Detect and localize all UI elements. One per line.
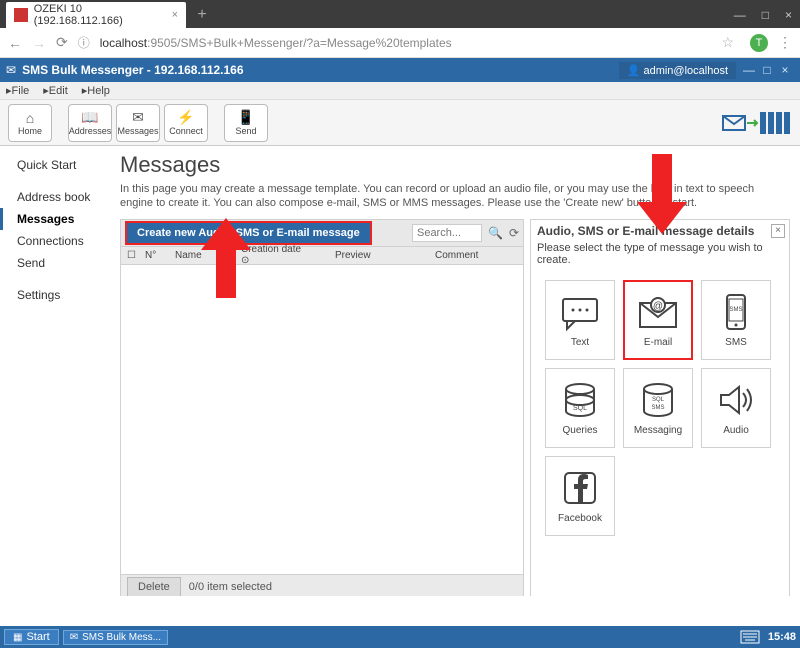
close-icon[interactable]: × [172, 9, 178, 21]
app-minimize-icon[interactable]: — [740, 63, 758, 77]
column-checkbox[interactable]: ☐ [121, 250, 139, 261]
clock: 15:48 [768, 631, 796, 643]
sidebar-item-settings[interactable]: Settings [0, 284, 114, 306]
sidebar-item-addressbook[interactable]: Address book [0, 186, 114, 208]
search-icon[interactable]: 🔍 [488, 226, 503, 240]
envelope-icon: ✉ [132, 109, 144, 126]
home-button[interactable]: ⌂Home [8, 104, 52, 142]
sidebar-item-send[interactable]: Send [0, 252, 114, 274]
menu-file[interactable]: ▸File [6, 84, 29, 97]
favicon [14, 8, 28, 22]
admin-badge[interactable]: 👤 admin@localhost [619, 62, 736, 79]
window-close-icon[interactable]: × [785, 8, 792, 22]
app-title: SMS Bulk Messenger - 192.168.112.166 [22, 63, 243, 77]
menu-help[interactable]: ▸Help [82, 84, 110, 97]
envelope-icon: ✉ [70, 632, 78, 643]
home-icon: ⌂ [26, 110, 34, 126]
phone-icon: 📱 [237, 109, 254, 126]
svg-text:SMS: SMS [651, 405, 664, 411]
grid-body [120, 265, 524, 575]
address-bar[interactable]: localhost:9505/SMS+Bulk+Messenger/?a=Mes… [100, 36, 712, 50]
type-sms[interactable]: SMS SMS [701, 280, 771, 360]
taskbar-item[interactable]: ✉ SMS Bulk Mess... [63, 630, 168, 645]
browser-tab[interactable]: OZEKI 10 (192.168.112.166) × [6, 2, 186, 28]
forward-icon[interactable]: → [32, 35, 46, 51]
refresh-icon[interactable]: ⟳ [509, 226, 519, 240]
facebook-icon [559, 467, 601, 509]
speech-icon [559, 291, 601, 333]
star-icon[interactable]: ☆ [721, 34, 734, 51]
back-icon[interactable]: ← [8, 35, 22, 51]
selection-status: 0/0 item selected [189, 581, 272, 593]
type-facebook[interactable]: Facebook [545, 456, 615, 536]
type-text[interactable]: Text [545, 280, 615, 360]
start-button[interactable]: ▦ Start [4, 629, 59, 645]
connect-button[interactable]: ⚡Connect [164, 104, 208, 142]
app-icon: ✉ [6, 63, 16, 77]
svg-text:SMS: SMS [729, 307, 742, 313]
type-email[interactable]: @ E-mail [623, 280, 693, 360]
profile-avatar[interactable]: T [750, 34, 768, 52]
audio-icon [715, 379, 757, 421]
sidebar-item-connections[interactable]: Connections [0, 230, 114, 252]
addresses-button[interactable]: 📖Addresses [68, 104, 112, 142]
send-button[interactable]: 📱Send [224, 104, 268, 142]
app-maximize-icon[interactable]: □ [758, 63, 776, 77]
svg-text:@: @ [653, 301, 663, 312]
book-icon: 📖 [81, 109, 98, 126]
email-icon: @ [637, 291, 679, 333]
reload-icon[interactable]: ⟳ [56, 34, 68, 51]
sidebar-item-messages[interactable]: Messages [0, 208, 114, 230]
column-comment[interactable]: Comment [429, 250, 523, 261]
type-queries[interactable]: SQL Queries [545, 368, 615, 448]
plug-icon: ⚡ [177, 109, 194, 126]
sidebar-item-quickstart[interactable]: Quick Start [0, 154, 114, 176]
window-minimize-icon[interactable]: — [734, 8, 746, 22]
details-subtitle: Please select the type of message you wi… [537, 242, 783, 266]
database-icon: SQL [559, 379, 601, 421]
messages-button[interactable]: ✉Messages [116, 104, 160, 142]
svg-text:SQL: SQL [652, 397, 665, 403]
svg-text:SQL: SQL [573, 405, 587, 412]
messaging-icon: SQL SMS [637, 379, 679, 421]
new-tab-button[interactable]: + [192, 5, 212, 25]
delete-button[interactable]: Delete [127, 577, 181, 596]
annotation-arrow-down [632, 154, 692, 234]
grid-icon: ▦ [13, 632, 22, 643]
app-close-icon[interactable]: × [776, 63, 794, 77]
annotation-arrow-up [196, 218, 256, 298]
column-preview[interactable]: Preview [329, 250, 429, 261]
type-messaging[interactable]: SQLSMS Messaging [623, 368, 693, 448]
close-panel-icon[interactable]: × [771, 224, 785, 238]
window-maximize-icon[interactable]: □ [762, 8, 769, 22]
menu-icon[interactable]: ⋮ [778, 34, 792, 51]
tab-title: OZEKI 10 (192.168.112.166) [34, 3, 172, 27]
header-graphic [722, 106, 792, 140]
search-input[interactable] [412, 224, 482, 242]
column-number[interactable]: N° [139, 250, 169, 261]
info-icon: ⓘ [78, 34, 90, 51]
keyboard-icon[interactable] [740, 630, 760, 644]
type-audio[interactable]: Audio [701, 368, 771, 448]
menu-edit[interactable]: ▸Edit [43, 84, 68, 97]
sms-icon: SMS [715, 291, 757, 333]
